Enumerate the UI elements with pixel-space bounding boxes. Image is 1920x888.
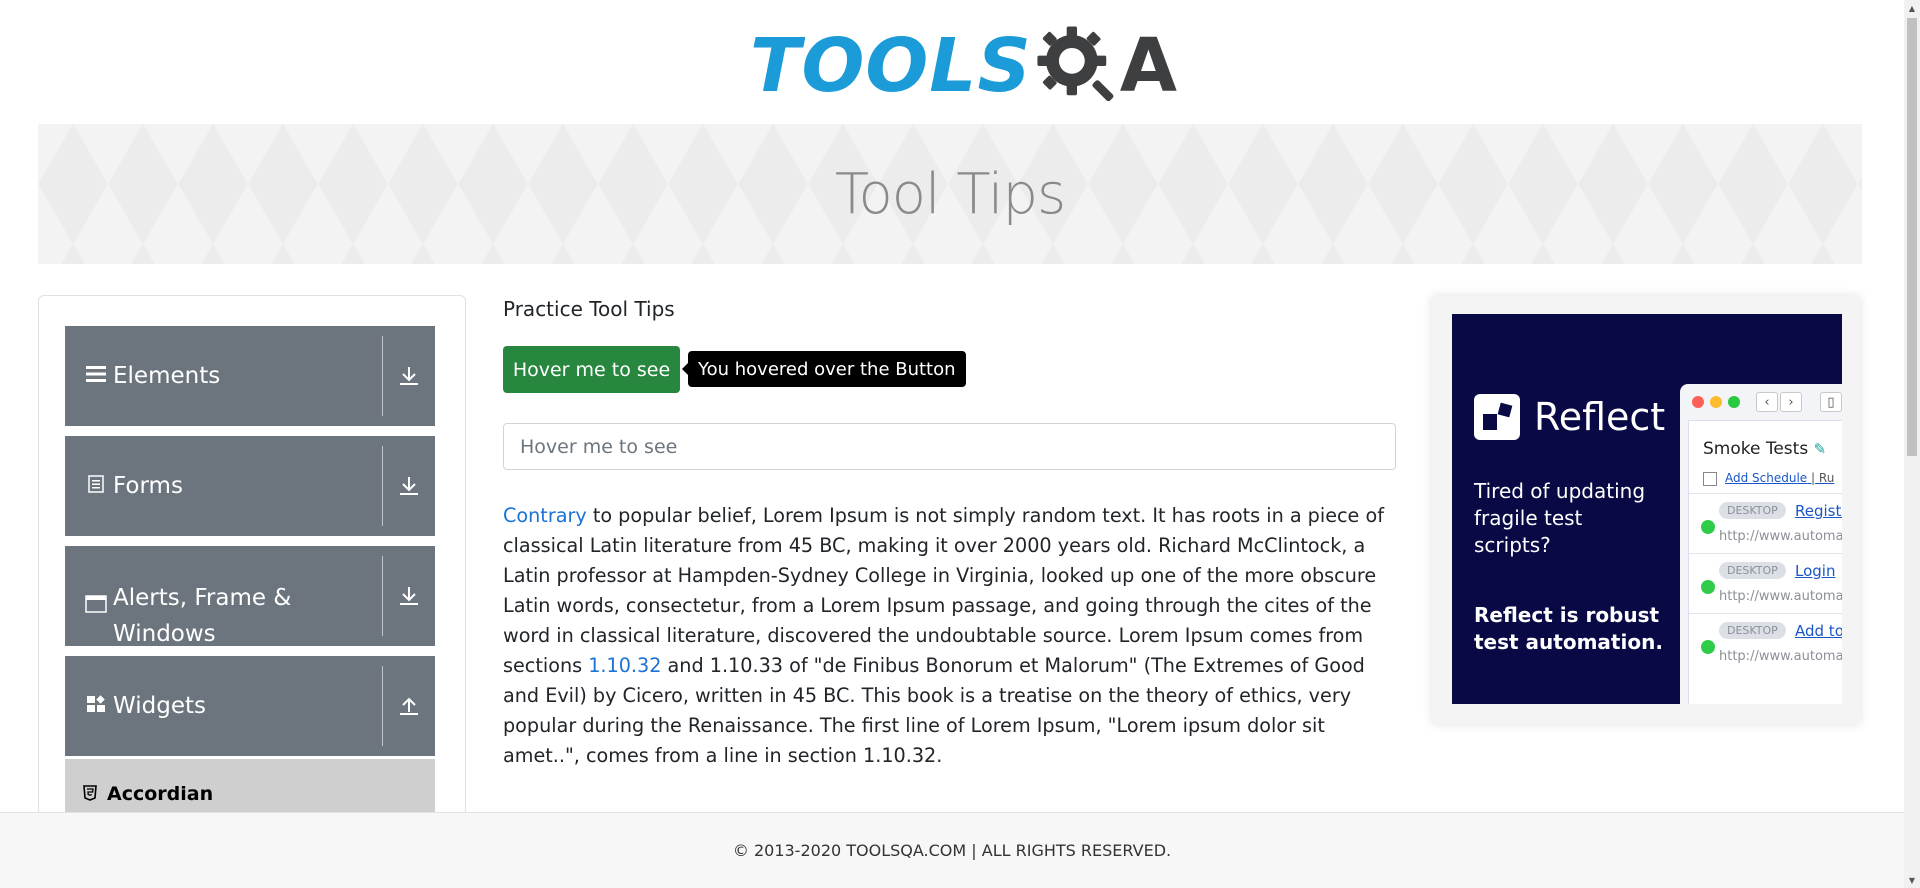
chevron-right-icon: › (1780, 392, 1802, 412)
reflect-logo-icon (1474, 394, 1520, 440)
ad-row-link: Registr (1795, 502, 1842, 520)
reflect-ad[interactable]: Reflect Tired of updating fragile test s… (1452, 314, 1842, 704)
ad-row-tag: DESKTOP (1719, 562, 1786, 579)
ad-tagline: Tired of updating fragile test scripts? (1474, 479, 1646, 557)
sidebar-item-label: Accordian (107, 783, 214, 805)
ad-row-url: http://www.automat (1719, 649, 1842, 664)
sidebar-group-label: Alerts, Frame & (113, 585, 292, 611)
ad-headline: Reflect is robust test automation. (1474, 603, 1663, 654)
vertical-scrollbar[interactable]: ▲ ▼ (1904, 0, 1920, 888)
hover-button[interactable]: Hover me to see (503, 346, 680, 393)
ad-row-link: Add to (1795, 622, 1842, 640)
sidebar-group-widgets[interactable]: Widgets (65, 656, 435, 756)
page-title: Tool Tips (834, 161, 1066, 227)
ad-row-url: http://www.automat (1719, 529, 1842, 544)
tooltip: You hovered over the Button (682, 351, 966, 387)
paragraph-text-1: to popular belief, Lorem Ipsum is not si… (503, 504, 1384, 677)
sidebar-group-label-line2: Windows (113, 621, 216, 647)
scroll-up-arrow-icon[interactable]: ▲ (1904, 0, 1920, 16)
ad-row-url: http://www.automat (1719, 589, 1842, 604)
pencil-icon: ✎ (1813, 440, 1827, 458)
html5-icon (83, 785, 99, 803)
ad-row-link: Login (1795, 562, 1836, 580)
hamburger-icon (85, 364, 107, 388)
header: TOOLS A (0, 0, 1904, 124)
sidebar-group-label: Forms (113, 473, 183, 499)
page-banner: Tool Tips (38, 124, 1862, 264)
gear-magnifier-icon (1037, 25, 1114, 101)
close-dot-icon (1692, 396, 1704, 408)
section-link[interactable]: 1.10.32 (588, 654, 661, 677)
window-controls (1692, 396, 1740, 408)
sidebar-group-label: Widgets (113, 693, 206, 719)
sidebar-group-forms[interactable]: Forms (65, 436, 435, 536)
reflect-logo: Reflect (1474, 394, 1665, 440)
scrollbar-thumb[interactable] (1907, 18, 1917, 456)
contrary-link[interactable]: Contrary (503, 504, 587, 527)
upload-arrow-icon[interactable] (383, 656, 435, 756)
download-arrow-icon[interactable] (383, 326, 435, 426)
status-dot-icon (1701, 580, 1715, 594)
ad-row-tag: DESKTOP (1719, 502, 1786, 519)
ad-row: DESKTOP Add to http://www.automat (1689, 613, 1842, 673)
sidebar-group-elements[interactable]: Elements (65, 326, 435, 426)
ad-brand: Reflect (1534, 395, 1666, 439)
sidebar-group-alerts-frame-windows[interactable]: Alerts, Frame & Windows (65, 546, 435, 647)
ad-schedule-sep: | Ru (1811, 471, 1835, 485)
download-arrow-icon[interactable] (383, 436, 435, 536)
ad-browser-mockup: ‹ › ▯ Smoke Tests ✎ Add Schedule | Ru DE… (1680, 384, 1842, 704)
calendar-icon (1703, 471, 1717, 486)
ad-panel-title: Smoke Tests (1703, 439, 1809, 459)
ad-container: Reflect Tired of updating fragile test s… (1432, 296, 1860, 724)
window-icon (85, 588, 107, 624)
logo-text-tools: TOOLS (750, 22, 1032, 109)
download-arrow-icon[interactable] (383, 546, 435, 646)
section-title: Practice Tool Tips (503, 297, 675, 321)
lorem-paragraph: Contrary to popular belief, Lorem Ipsum … (503, 501, 1396, 771)
logo-text-a: A (1119, 22, 1178, 109)
sidebar: Elements Forms Alerts, Frame & Windows W… (38, 295, 466, 815)
toolsqa-logo[interactable]: TOOLS A (750, 18, 1177, 113)
footer: © 2013-2020 TOOLSQA.COM | ALL RIGHTS RES… (0, 812, 1904, 888)
ad-panel: Smoke Tests ✎ Add Schedule | Ru DESKTOP … (1688, 420, 1842, 704)
footer-copyright: © 2013-2020 TOOLSQA.COM | ALL RIGHTS RES… (732, 841, 1172, 860)
maximize-dot-icon (1728, 396, 1740, 408)
sidebar-group-label: Elements (113, 363, 221, 389)
sidebar-item-accordian[interactable]: Accordian (65, 759, 435, 815)
chevron-left-icon: ‹ (1756, 392, 1778, 412)
status-dot-icon (1701, 520, 1715, 534)
widgets-icon (85, 694, 107, 719)
add-schedule-link: Add Schedule (1725, 471, 1808, 485)
ad-row: DESKTOP Registr http://www.automat (1689, 493, 1842, 553)
document-icon (85, 474, 107, 498)
minimize-dot-icon (1710, 396, 1722, 408)
ad-row: DESKTOP Login http://www.automat (1689, 553, 1842, 613)
scroll-down-arrow-icon[interactable]: ▼ (1904, 872, 1920, 888)
sidebar-toggle-icon: ▯ (1820, 392, 1842, 412)
hover-text-input[interactable] (503, 423, 1396, 470)
ad-row-tag: DESKTOP (1719, 622, 1786, 639)
status-dot-icon (1701, 640, 1715, 654)
